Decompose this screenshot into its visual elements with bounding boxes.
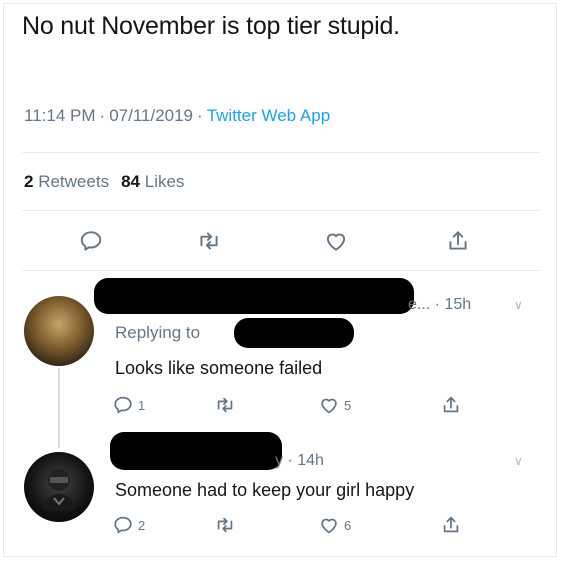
retweet-button[interactable]	[214, 394, 236, 416]
tweet-source-link[interactable]: Twitter Web App	[207, 106, 330, 125]
reply-text: Looks like someone failed	[115, 358, 323, 378]
avatar[interactable]	[24, 452, 94, 522]
reply-handle-time: e... · 15h	[408, 296, 472, 313]
reply-icon	[114, 396, 132, 414]
meta-separator: ·	[99, 106, 106, 125]
reply-count: 1	[138, 397, 146, 413]
replying-to-label: Replying to	[115, 323, 201, 342]
share-button[interactable]	[440, 514, 462, 536]
retweet-icon	[217, 397, 233, 413]
likes-label: Likes	[144, 172, 185, 191]
divider	[22, 270, 540, 271]
tweet-date: 07/11/2019	[109, 106, 194, 125]
retweet-button[interactable]	[214, 514, 236, 536]
like-count: 6	[344, 517, 352, 533]
like-button[interactable]	[323, 228, 349, 254]
share-button[interactable]	[440, 394, 462, 416]
tweet-stats: 2 Retweets 84 Likes	[24, 172, 184, 192]
avatar-image	[42, 469, 76, 510]
chevron-down-icon[interactable]: ∨	[514, 454, 523, 468]
heart-icon	[326, 233, 346, 251]
redaction-bar	[234, 318, 354, 348]
tweet-text: No nut November is top tier stupid.	[22, 12, 400, 40]
divider	[22, 210, 540, 211]
thread-line	[58, 368, 60, 448]
reply-icon	[114, 516, 132, 534]
retweet-icon	[200, 232, 218, 250]
likes-stat[interactable]: 84 Likes	[121, 172, 184, 191]
reply-actions: 2 6	[0, 514, 562, 542]
retweets-count: 2	[24, 172, 34, 191]
retweets-label: Retweets	[38, 172, 110, 191]
tweet-actions	[0, 228, 562, 256]
divider	[22, 152, 540, 153]
reply-handle-time: y · 14h	[275, 452, 324, 469]
reply-text: Someone had to keep your girl happy	[115, 480, 415, 500]
heart-icon	[321, 398, 337, 414]
reply-button[interactable]	[78, 228, 104, 254]
share-icon	[443, 396, 459, 413]
share-icon	[449, 231, 467, 250]
like-count: 5	[344, 397, 352, 413]
reply-count: 2	[138, 517, 146, 533]
tweet-time: 11:14 PM	[24, 106, 96, 125]
reply-actions: 1 5	[0, 394, 562, 422]
like-button[interactable]: 5	[318, 394, 351, 416]
share-button[interactable]	[445, 228, 471, 254]
tweet-meta: 11:14 PM · 07/11/2019 · Twitter Web App	[24, 106, 330, 126]
retweets-stat[interactable]: 2 Retweets	[24, 172, 109, 191]
retweet-icon	[217, 517, 233, 533]
like-button[interactable]: 6	[318, 514, 351, 536]
heart-icon	[321, 518, 337, 534]
avatar[interactable]	[24, 296, 94, 366]
reply-button[interactable]: 2	[112, 514, 145, 536]
reply-icon	[80, 231, 102, 251]
likes-count: 84	[121, 172, 140, 191]
share-icon	[443, 516, 459, 533]
chevron-down-icon[interactable]: ∨	[514, 298, 523, 312]
retweet-button[interactable]	[196, 228, 222, 254]
reply-button[interactable]: 1	[112, 394, 145, 416]
redaction-bar	[110, 432, 282, 470]
redaction-bar	[94, 278, 414, 314]
meta-separator: ·	[197, 106, 203, 125]
